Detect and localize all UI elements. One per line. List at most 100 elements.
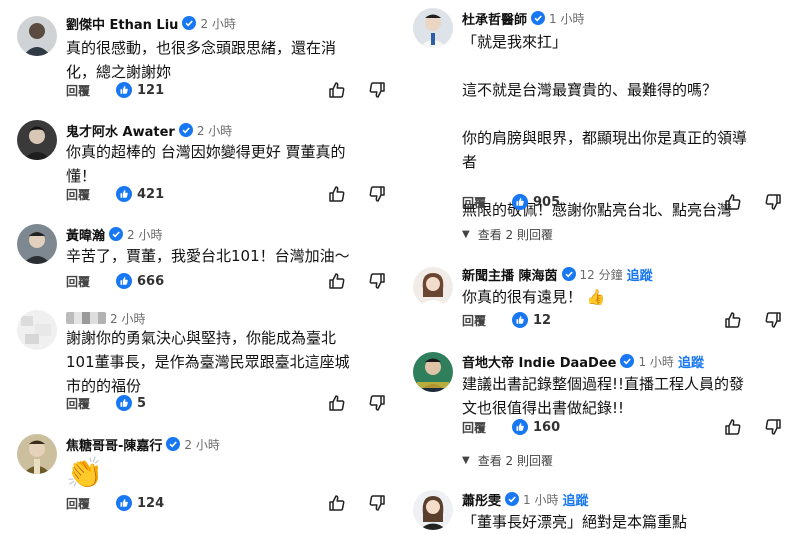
like-icon	[512, 419, 529, 435]
comment-time[interactable]: 2 小時	[184, 436, 219, 453]
like-count: 5	[137, 395, 147, 411]
like-icon	[116, 395, 133, 411]
thumbs-up-icon[interactable]	[328, 494, 346, 512]
comment-author-name[interactable]: 音地大帝 Indie DaaDee	[462, 352, 616, 371]
thumbs-down-icon[interactable]	[764, 311, 782, 329]
reply-button[interactable]: 回覆	[66, 495, 90, 512]
like-icon	[116, 273, 133, 289]
comment-text: 真的很感動，也很多念頭跟思緒，還在消 化，總之謝謝妳	[66, 39, 337, 81]
comment-time[interactable]: 1 小時	[638, 353, 673, 370]
verified-badge-icon	[109, 227, 124, 241]
avatar[interactable]	[413, 267, 453, 307]
thumbs-up-icon[interactable]	[328, 272, 346, 290]
thumbs-down-icon[interactable]	[368, 81, 386, 99]
like-count: 421	[137, 186, 165, 202]
comment-author-name[interactable]: 新聞主播 陳海茵	[462, 265, 558, 284]
reply-button[interactable]: 回覆	[66, 82, 90, 99]
thumbs-up-icon[interactable]	[724, 311, 742, 329]
like-icon	[116, 186, 133, 202]
thumbs-down-icon[interactable]	[764, 418, 782, 436]
comment-text: 「董事長好漂亮」絕對是本篇重點	[462, 513, 688, 531]
thumbs-up-icon[interactable]	[724, 193, 742, 211]
comment-time[interactable]: 2 小時	[200, 15, 235, 32]
verified-badge-icon	[178, 123, 193, 137]
thumbs-down-icon[interactable]	[368, 394, 386, 412]
comment-text: 謝謝你的勇氣決心與堅持，你能成為臺北 101董事長，是作為臺灣民眾跟臺北這座城 …	[66, 329, 350, 395]
view-replies-button[interactable]: ▼ 查看 2 則回覆	[462, 226, 553, 243]
view-replies-button[interactable]: ▼ 查看 2 則回覆	[462, 452, 553, 469]
thumbs-down-icon[interactable]	[368, 272, 386, 290]
chevron-down-icon: ▼	[462, 455, 470, 466]
thumbs-up-icon[interactable]	[724, 418, 742, 436]
like-count: 905	[533, 194, 561, 210]
follow-button[interactable]: 追蹤	[562, 490, 588, 509]
thumbs-down-icon[interactable]	[368, 494, 386, 512]
like-count-display: 421	[116, 186, 164, 202]
reply-button[interactable]: 回覆	[66, 186, 90, 203]
reply-button[interactable]: 回覆	[462, 194, 486, 211]
avatar[interactable]	[17, 310, 57, 350]
like-count: 160	[533, 419, 561, 435]
comment-author-name[interactable]: 蕭彤雯	[462, 490, 501, 509]
comment-time[interactable]: 12 分鐘	[580, 266, 623, 283]
like-count: 12	[533, 312, 552, 328]
like-count-display: 160	[512, 419, 560, 435]
follow-button[interactable]: 追蹤	[627, 265, 653, 284]
avatar[interactable]	[17, 224, 57, 264]
avatar[interactable]	[17, 120, 57, 160]
comment-author-name[interactable]: 劉傑中 Ethan Liu	[66, 14, 178, 33]
thumbs-down-icon[interactable]	[764, 193, 782, 211]
comment-time[interactable]: 1 小時	[549, 10, 584, 27]
reply-button[interactable]: 回覆	[66, 395, 90, 412]
reply-button[interactable]: 回覆	[462, 419, 486, 436]
comment-emoji: 👏	[66, 456, 104, 491]
avatar[interactable]	[413, 490, 453, 530]
reply-button[interactable]: 回覆	[66, 273, 90, 290]
thumbs-down-icon[interactable]	[368, 185, 386, 203]
thumbs-up-icon[interactable]	[328, 185, 346, 203]
view-replies-label: 查看 2 則回覆	[477, 228, 553, 242]
like-count-display: 12	[512, 312, 551, 328]
comment-author-name[interactable]: 杜承哲醫師	[462, 9, 527, 28]
comment-text: 辛苦了，賈董，我愛台北101！台灣加油～	[66, 247, 350, 265]
verified-badge-icon	[505, 492, 520, 506]
verified-badge-icon	[531, 11, 546, 25]
avatar[interactable]	[17, 434, 57, 474]
avatar[interactable]	[413, 8, 453, 48]
thumbs-up-icon[interactable]	[328, 81, 346, 99]
thumbs-up-icon[interactable]	[328, 394, 346, 412]
comment-text: 建議出書記錄整個過程!!直播工程人員的發 文也很值得出書做紀錄!!	[462, 375, 745, 417]
verified-badge-icon	[182, 16, 197, 30]
reply-button[interactable]: 回覆	[462, 312, 486, 329]
comment-time[interactable]: 1 小時	[523, 491, 558, 508]
follow-button[interactable]: 追蹤	[678, 352, 704, 371]
verified-badge-icon	[166, 437, 181, 451]
comment-text: 你真的超棒的 台灣因妳變得更好 賈董真的 懂！	[66, 143, 346, 185]
comment-time[interactable]: 2 小時	[197, 122, 232, 139]
avatar[interactable]	[17, 16, 57, 56]
like-count-display: 666	[116, 273, 164, 289]
like-count-display: 121	[116, 82, 164, 98]
like-icon	[512, 194, 529, 210]
verified-badge-icon	[620, 354, 635, 368]
avatar[interactable]	[413, 352, 453, 392]
view-replies-label: 查看 2 則回覆	[477, 454, 553, 468]
like-count-display: 905	[512, 194, 560, 210]
like-count: 124	[137, 495, 165, 511]
comments-screenshot: 劉傑中 Ethan Liu 2 小時 真的很感動，也很多念頭跟思緒，還在消 化，…	[0, 0, 800, 534]
verified-badge-icon	[561, 267, 576, 281]
chevron-down-icon: ▼	[462, 229, 470, 240]
comment-author-name[interactable]: 焦糖哥哥-陳嘉行	[66, 435, 162, 454]
like-count-display: 124	[116, 495, 164, 511]
like-count: 121	[137, 82, 165, 98]
comment-author-name[interactable]: 鬼才阿水 Awater	[66, 121, 175, 140]
column-divider	[399, 0, 401, 534]
like-count-display: 5	[116, 395, 146, 411]
like-count: 666	[137, 273, 165, 289]
like-icon	[512, 312, 529, 328]
comment-text: 你真的很有遠見！ 👍	[462, 288, 606, 306]
like-icon	[116, 495, 133, 511]
comment-time[interactable]: 2 小時	[127, 226, 162, 243]
comment-time[interactable]: 2 小時	[110, 310, 145, 327]
comment-author-name[interactable]: 黃暐瀚	[66, 225, 105, 244]
